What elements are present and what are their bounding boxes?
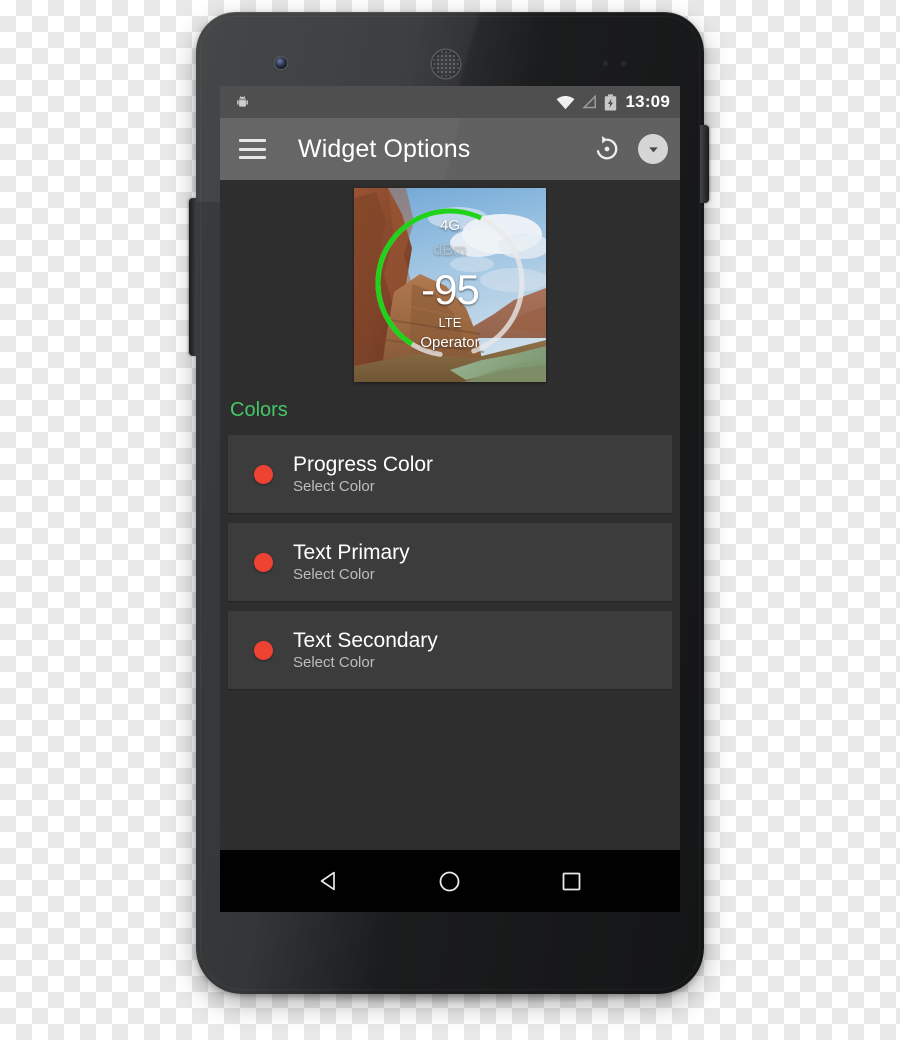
- android-robot-icon: [237, 95, 248, 107]
- earpiece-speaker: [432, 50, 460, 78]
- battery-charging-icon: [604, 93, 616, 110]
- color-swatch[interactable]: [254, 640, 273, 660]
- restore-defaults-icon[interactable]: [592, 134, 622, 164]
- phone-screen: 13:09 Widget Options 4G dBm -95 LTE Oper…: [220, 86, 680, 912]
- list-item-text-secondary[interactable]: Text Secondary Select Color: [228, 611, 672, 689]
- signal-gauge: [375, 208, 525, 357]
- list-item-subtitle: Select Color: [293, 653, 375, 671]
- status-bar-clock: 13:09: [625, 92, 670, 111]
- recents-glyph: [562, 872, 581, 890]
- volume-rocker-button[interactable]: [189, 198, 197, 356]
- recents-square-icon[interactable]: [554, 864, 588, 898]
- home-circle-icon[interactable]: [433, 864, 467, 898]
- list-item-title: Text Secondary: [293, 628, 438, 652]
- list-item-title: Progress Color: [293, 452, 434, 476]
- gauge-track-arc: [375, 208, 525, 357]
- proximity-sensor: [602, 60, 609, 67]
- status-bar: 13:09: [220, 86, 680, 118]
- light-sensor: [620, 60, 627, 67]
- home-glyph: [440, 871, 460, 891]
- list-item-text: Progress Color Select Color: [293, 452, 434, 495]
- color-swatch[interactable]: [254, 464, 273, 484]
- back-glyph: [320, 871, 335, 891]
- hamburger-menu-icon[interactable]: [239, 139, 266, 159]
- widget-preview-area: 4G dBm -95 LTE Operator: [220, 180, 680, 389]
- back-triangle-icon[interactable]: [312, 864, 346, 898]
- app-bar: Widget Options: [220, 118, 680, 180]
- power-button[interactable]: [700, 125, 709, 203]
- gauge-progress-arc: [375, 208, 525, 357]
- widget-preview[interactable]: 4G dBm -95 LTE Operator: [354, 187, 546, 382]
- list-item-title: Text Primary: [293, 540, 410, 564]
- android-navigation-bar: [220, 850, 680, 912]
- list-item-text: Text Primary Select Color: [293, 540, 410, 583]
- front-camera: [275, 57, 287, 69]
- list-item-subtitle: Select Color: [293, 565, 375, 583]
- page-title: Widget Options: [298, 134, 471, 163]
- list-item-text-primary[interactable]: Text Primary Select Color: [228, 523, 672, 601]
- list-item-subtitle: Select Color: [293, 477, 375, 495]
- status-icons-group: 13:09: [556, 92, 670, 112]
- color-swatch[interactable]: [254, 552, 273, 572]
- page-root: 13:09 Widget Options 4G dBm -95 LTE Oper…: [0, 0, 900, 1040]
- phone-device: 13:09 Widget Options 4G dBm -95 LTE Oper…: [189, 12, 709, 994]
- chevron-down-glyph: [648, 146, 658, 152]
- app-bar-actions: [592, 134, 668, 164]
- section-header-colors: Colors: [230, 399, 288, 421]
- wifi-icon: [556, 95, 574, 109]
- list-item-progress-color[interactable]: Progress Color Select Color: [228, 435, 672, 513]
- settings-content: 4G dBm -95 LTE Operator Colors Progress …: [220, 180, 680, 912]
- cell-signal-empty-icon: [581, 95, 596, 109]
- color-options-list: Progress Color Select Color Text Primary…: [220, 427, 680, 689]
- chevron-down-icon[interactable]: [638, 134, 668, 164]
- list-item-text: Text Secondary Select Color: [293, 628, 438, 671]
